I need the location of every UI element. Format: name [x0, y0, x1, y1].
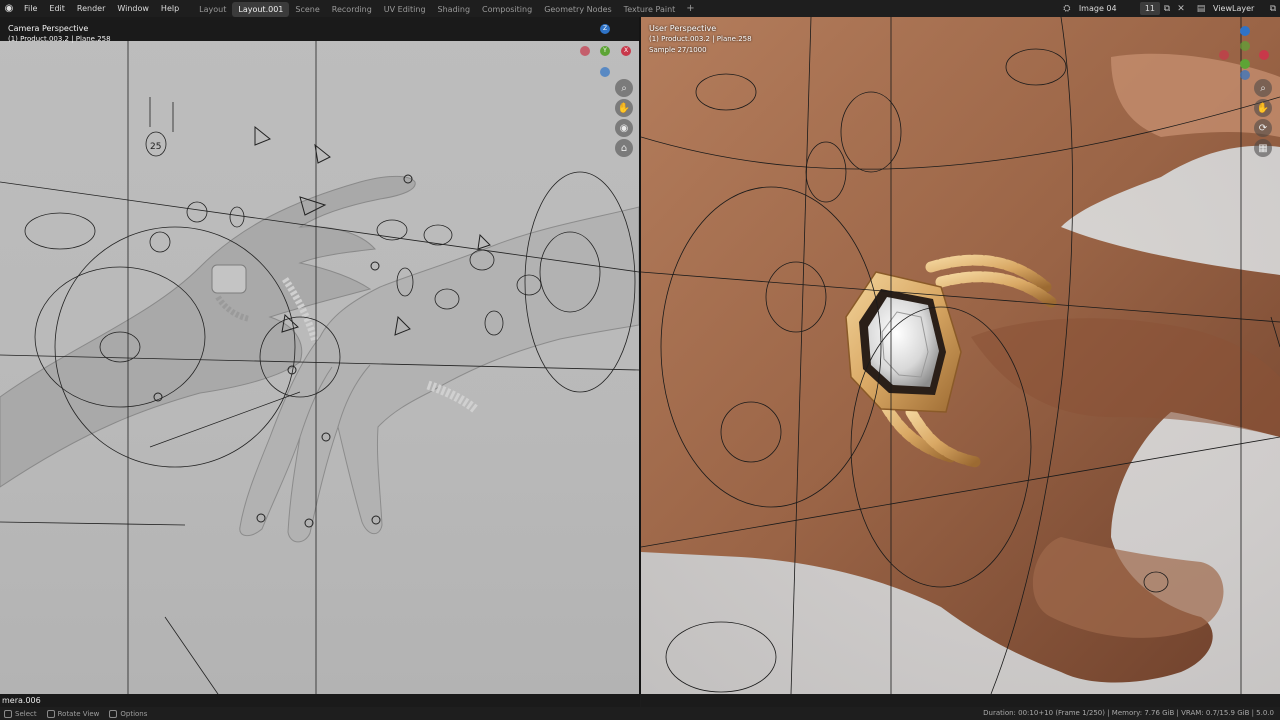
gizmo-y-axis[interactable]: Y: [600, 46, 610, 56]
active-camera-label: mera.006: [0, 694, 640, 707]
status-rotate-hint: Rotate View: [46, 709, 100, 718]
tab-shading[interactable]: Shading: [432, 2, 477, 17]
viewport-title: User Perspective: [649, 24, 717, 33]
scene-name-field[interactable]: Image 04: [1074, 2, 1140, 15]
viewport-object-info: (1) Product.003.2 | Plane.258: [649, 35, 752, 43]
viewport-footer: [641, 694, 1280, 707]
add-workspace-button[interactable]: +: [681, 3, 699, 14]
camera-view-icon[interactable]: ◉: [615, 119, 633, 137]
gizmo-z-axis[interactable]: [1240, 26, 1250, 36]
status-select-hint: Select: [4, 709, 37, 718]
menu-file[interactable]: File: [18, 0, 43, 17]
tab-scene[interactable]: Scene: [289, 2, 325, 17]
gizmo-x-neg[interactable]: [580, 46, 590, 56]
tab-uv-editing[interactable]: UV Editing: [378, 2, 432, 17]
zoom-icon[interactable]: ⌕: [1254, 79, 1272, 97]
viewport-camera-perspective[interactable]: Camera Perspective (1) Product.003.2 | P…: [0, 17, 639, 694]
status-bar: Select Rotate View Options Duration: 00:…: [0, 707, 1280, 720]
lock-camera-icon[interactable]: ⌂: [615, 139, 633, 157]
gizmo-y-neg[interactable]: [1240, 41, 1250, 51]
tab-compositing[interactable]: Compositing: [476, 2, 538, 17]
menu-window[interactable]: Window: [111, 0, 155, 17]
orbit-icon[interactable]: ⟳: [1254, 119, 1272, 137]
gizmo-x-axis[interactable]: [1259, 50, 1269, 60]
menu-edit[interactable]: Edit: [43, 0, 71, 17]
top-bar: ◉ File Edit Render Window Help Layout La…: [0, 0, 1280, 17]
gizmo-x-neg[interactable]: [1219, 50, 1229, 60]
blender-logo-icon[interactable]: ◉: [0, 0, 18, 17]
mouse-middle-icon: [46, 709, 55, 718]
view-layer-icon[interactable]: ▤: [1194, 2, 1208, 15]
status-options-label: Options: [120, 709, 148, 718]
gizmo-z-neg[interactable]: [600, 67, 610, 77]
menu-render[interactable]: Render: [71, 0, 111, 17]
menu-help[interactable]: Help: [155, 0, 185, 17]
close-scene-icon[interactable]: ✕: [1174, 2, 1188, 15]
gizmo-x-axis[interactable]: X: [621, 46, 631, 56]
tab-layout-001[interactable]: Layout.001: [232, 1, 290, 17]
scene-icon[interactable]: ⛭: [1060, 2, 1074, 15]
status-info: Duration: 00:10+10 (Frame 1/250) | Memor…: [983, 709, 1274, 717]
render-sample-count: Sample 27/1000: [649, 46, 707, 54]
camera-view-scene: 25: [0, 41, 639, 694]
status-select-label: Select: [15, 709, 37, 718]
tab-texture-paint[interactable]: Texture Paint: [618, 2, 682, 17]
light-number-marker: 25: [150, 142, 161, 152]
status-options-hint: Options: [109, 709, 148, 718]
gizmo-z-neg[interactable]: [1240, 70, 1250, 80]
status-rotate-label: Rotate View: [57, 709, 100, 718]
ring-gem-mesh: [211, 264, 247, 294]
rendered-scene: [641, 17, 1280, 694]
gizmo-z-axis[interactable]: Z: [600, 24, 610, 34]
mouse-right-icon: [109, 709, 118, 718]
gizmo-y-axis[interactable]: [1240, 59, 1250, 69]
duplicate-scene-icon[interactable]: ⧉: [1160, 2, 1174, 15]
zoom-icon[interactable]: ⌕: [615, 79, 633, 97]
tab-layout[interactable]: Layout: [193, 2, 232, 17]
navigation-gizmo[interactable]: [1219, 23, 1269, 80]
viewport-user-perspective[interactable]: User Perspective (1) Product.003.2 | Pla…: [641, 17, 1280, 694]
grid-view-icon[interactable]: ▦: [1254, 139, 1272, 157]
topbar-right-group: ⛭ Image 04 11 ⧉ ✕ ▤ ViewLayer ⧉: [1060, 0, 1280, 17]
tab-recording[interactable]: Recording: [326, 2, 378, 17]
pan-hand-icon[interactable]: ✋: [615, 99, 633, 117]
new-view-layer-icon[interactable]: ⧉: [1266, 2, 1280, 15]
mouse-left-icon: [4, 709, 12, 718]
tab-geometry-nodes[interactable]: Geometry Nodes: [538, 2, 617, 17]
pan-hand-icon[interactable]: ✋: [1254, 99, 1272, 117]
navigation-gizmo[interactable]: Z Y X: [580, 23, 631, 77]
view-layer-field[interactable]: ViewLayer: [1208, 2, 1266, 15]
scene-users-count[interactable]: 11: [1139, 2, 1160, 15]
